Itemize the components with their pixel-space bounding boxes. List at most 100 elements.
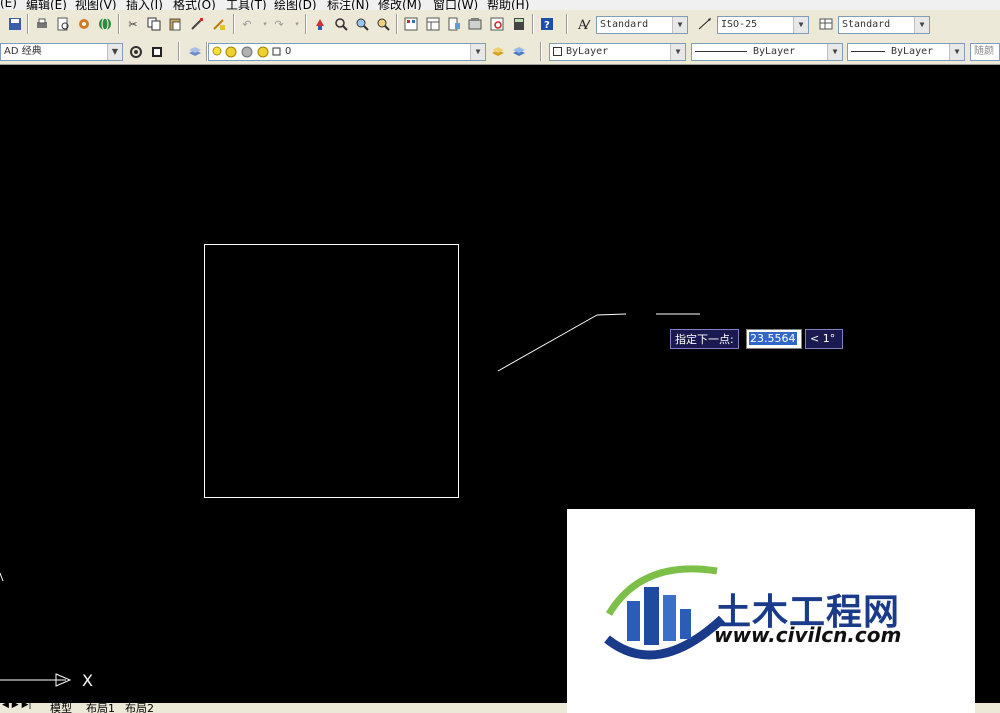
civilcn-logo-icon <box>604 565 726 660</box>
workspace-settings-icon[interactable] <box>127 43 145 61</box>
text-style-select[interactable]: Standard ▼ <box>596 16 688 34</box>
tab-model[interactable]: 模型 <box>50 703 72 713</box>
length-value: 23.5564 <box>749 332 797 345</box>
layer-previous-icon[interactable] <box>510 43 528 61</box>
menu-insert[interactable]: 插入(I) <box>126 0 163 10</box>
rubber-band-line <box>596 313 627 316</box>
lineweight-preview <box>851 50 885 52</box>
help-icon[interactable]: ? <box>538 15 556 33</box>
save-icon[interactable] <box>6 15 24 33</box>
undo-icon[interactable]: ↶ <box>238 15 256 33</box>
chevron-down-icon[interactable]: ▼ <box>107 44 122 60</box>
layer-select[interactable]: 0 ▼ <box>208 43 486 61</box>
workspace-value: AD 经典 <box>4 46 42 57</box>
globe-icon[interactable] <box>96 15 114 33</box>
watermark-logo: 土木工程网 www.civilcn.com <box>567 509 975 713</box>
redo-dropdown-icon[interactable]: ▾ <box>288 15 306 33</box>
plotstyle-select[interactable]: 随颜 <box>970 43 1000 61</box>
linetype-select[interactable]: ByLayer ▼ <box>691 43 843 61</box>
layers-toolbar: AD 经典 ▼ 0 ▼ ByLayer ▼ ByLayer ▼ ByLayer … <box>0 39 1000 65</box>
chevron-down-icon[interactable]: ▼ <box>670 44 685 60</box>
plotstyle-value: 随颜 <box>974 46 994 57</box>
table-style-select[interactable]: Standard ▼ <box>838 16 930 34</box>
copy-icon[interactable] <box>145 15 163 33</box>
dynamic-input-angle[interactable]: < 1° <box>805 329 843 349</box>
standard-toolbar: ✂ ↶ ▾ ↷ ▾ ? A Standard ▼ ISO-25 ▼ Standa… <box>0 10 1000 40</box>
redo-icon[interactable]: ↷ <box>270 15 288 33</box>
dim-style-icon[interactable] <box>696 15 714 33</box>
dim-style-value: ISO-25 <box>721 19 758 30</box>
menu-modify[interactable]: 修改(M) <box>378 0 422 10</box>
chevron-down-icon[interactable]: ▼ <box>949 44 964 60</box>
text-style-value: Standard <box>600 19 649 30</box>
toolbar-separator <box>233 14 235 34</box>
menu-dimension[interactable]: 标注(N) <box>327 0 369 10</box>
chevron-down-icon[interactable]: ▼ <box>914 17 929 33</box>
chevron-down-icon[interactable]: ▼ <box>793 17 808 33</box>
chevron-down-icon[interactable]: ▼ <box>672 17 687 33</box>
tab-layout1[interactable]: 布局1 <box>86 703 115 713</box>
calculator-icon[interactable] <box>510 15 528 33</box>
tab-layout2[interactable]: 布局2 <box>125 703 154 713</box>
print-preview-icon[interactable] <box>54 15 72 33</box>
markup-icon[interactable] <box>488 15 506 33</box>
toolbar-separator <box>540 42 542 61</box>
toolbar-separator <box>532 14 534 34</box>
design-center-icon[interactable] <box>424 15 442 33</box>
menu-window[interactable]: 窗口(W) <box>433 0 478 10</box>
sheet-set-icon[interactable] <box>466 15 484 33</box>
chevron-down-icon[interactable]: ▼ <box>470 44 485 60</box>
ucs-y-axis-tick <box>0 572 4 582</box>
color-select[interactable]: ByLayer ▼ <box>549 43 686 61</box>
properties-icon[interactable] <box>402 15 420 33</box>
toolbar-separator <box>178 42 180 61</box>
layer-manager-icon[interactable] <box>186 43 204 61</box>
zoom-window-icon[interactable] <box>353 15 371 33</box>
menu-tools[interactable]: 工具(T) <box>226 0 267 10</box>
make-current-layer-icon[interactable] <box>489 43 507 61</box>
lineweight-select[interactable]: ByLayer ▼ <box>847 43 965 61</box>
print-icon[interactable] <box>33 15 51 33</box>
block-editor-icon[interactable] <box>210 15 228 33</box>
menu-draw[interactable]: 绘图(D) <box>274 0 317 10</box>
clean-screen-icon[interactable] <box>148 43 166 61</box>
linetype-value: ByLayer <box>753 46 796 57</box>
table-style-value: Standard <box>842 19 891 30</box>
menu-help[interactable]: 帮助(H) <box>487 0 529 10</box>
ucs-x-label: X <box>82 671 93 690</box>
toolbar-separator <box>118 14 120 34</box>
menu-edit[interactable]: 编辑(E) <box>26 0 67 10</box>
svg-text:A: A <box>577 18 588 31</box>
lineweight-value: ByLayer <box>891 46 934 57</box>
publish-icon[interactable] <box>75 15 93 33</box>
dim-style-select[interactable]: ISO-25 ▼ <box>717 16 809 34</box>
zoom-realtime-icon[interactable] <box>332 15 350 33</box>
cut-icon[interactable]: ✂ <box>124 15 142 33</box>
color-value: ByLayer <box>566 46 609 57</box>
dynamic-input-prompt: 指定下一点: <box>670 329 739 349</box>
tool-palettes-icon[interactable] <box>445 15 463 33</box>
table-style-icon[interactable] <box>817 15 835 33</box>
layer-value: 0 <box>285 46 292 57</box>
drawn-rectangle[interactable] <box>204 244 459 498</box>
paste-icon[interactable] <box>166 15 184 33</box>
toolbar-separator <box>396 14 398 34</box>
color-swatch <box>553 46 562 56</box>
match-properties-icon[interactable] <box>188 15 206 33</box>
lightbulb-icon[interactable] <box>211 44 281 60</box>
menu-bar: (E) 编辑(E) 视图(V) 插入(I) 格式(O) 工具(T) 绘图(D) … <box>0 0 1000 10</box>
zoom-previous-icon[interactable] <box>374 15 392 33</box>
toolbar-separator <box>305 14 307 34</box>
dynamic-input-length[interactable]: 23.5564 <box>746 329 802 349</box>
rubber-band-line <box>497 314 598 372</box>
pan-icon[interactable] <box>311 15 329 33</box>
text-style-icon[interactable]: A <box>575 15 593 33</box>
chevron-down-icon[interactable]: ▼ <box>827 44 842 60</box>
toolbar-separator <box>566 14 568 34</box>
tab-nav-icon[interactable]: ◀ ▶ ▶| <box>2 703 32 710</box>
watermark-url: www.civilcn.com <box>714 623 902 647</box>
workspace-select[interactable]: AD 经典 ▼ <box>0 43 123 61</box>
menu-file[interactable]: (E) <box>0 0 17 10</box>
menu-view[interactable]: 视图(V) <box>75 0 117 10</box>
menu-format[interactable]: 格式(O) <box>173 0 216 10</box>
